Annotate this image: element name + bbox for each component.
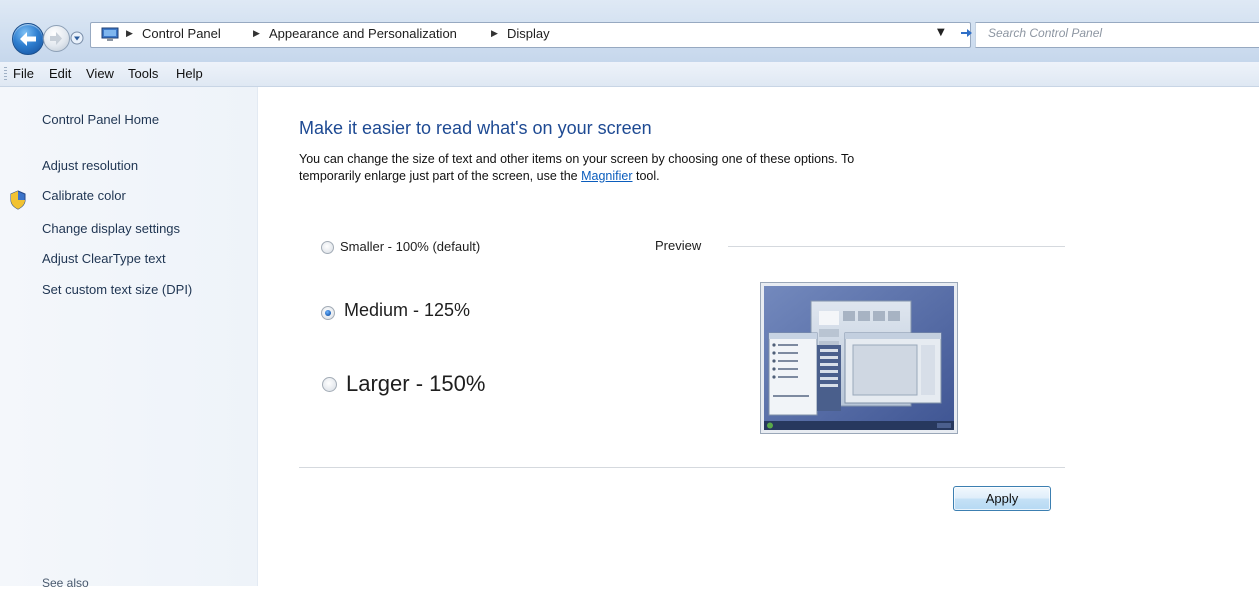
uac-shield-icon (10, 190, 26, 210)
apply-button[interactable]: Apply (953, 486, 1051, 511)
forward-arrow-icon (50, 32, 62, 45)
adjust-cleartype-link[interactable]: Adjust ClearType text (42, 251, 166, 266)
menu-view[interactable]: View (86, 66, 114, 81)
search-input[interactable] (988, 26, 1248, 40)
menu-help[interactable]: Help (176, 66, 203, 81)
breadcrumb-separator-icon[interactable]: ▶ (491, 29, 498, 39)
search-box[interactable] (975, 22, 1259, 48)
medium-option-label[interactable]: Medium - 125% (344, 300, 470, 321)
page-description: You can change the size of text and othe… (299, 151, 1059, 185)
address-bar: ▶ Control Panel ▶ Appearance and Persona… (0, 0, 1259, 62)
description-text: tool. (632, 169, 660, 183)
menu-bar: File Edit View Tools Help (0, 62, 1259, 87)
breadcrumb-appearance[interactable]: Appearance and Personalization (269, 26, 457, 41)
medium-radio[interactable] (321, 306, 335, 320)
larger-option-label[interactable]: Larger - 150% (346, 371, 485, 397)
back-button[interactable] (12, 23, 44, 55)
address-dropdown-icon[interactable]: ▼ (937, 27, 945, 38)
task-pane: Control Panel Home Adjust resolution Cal… (0, 87, 258, 586)
magnifier-link[interactable]: Magnifier (581, 169, 632, 183)
control-panel-icon (101, 27, 119, 41)
display-preview-image (764, 286, 954, 430)
history-dropdown-button[interactable] (70, 30, 84, 45)
breadcrumb-separator-icon[interactable]: ▶ (126, 29, 133, 39)
breadcrumb-display[interactable]: Display (507, 26, 550, 41)
menu-edit[interactable]: Edit (49, 66, 71, 81)
menu-tools[interactable]: Tools (128, 66, 158, 81)
calibrate-color-link[interactable]: Calibrate color (42, 188, 126, 203)
preview-label: Preview (655, 238, 708, 253)
adjust-resolution-link[interactable]: Adjust resolution (42, 158, 138, 173)
back-arrow-icon (20, 32, 36, 46)
forward-button[interactable] (43, 25, 70, 52)
bottom-divider (299, 467, 1065, 468)
smaller-radio[interactable] (321, 241, 334, 254)
change-display-settings-link[interactable]: Change display settings (42, 221, 180, 236)
smaller-option-label[interactable]: Smaller - 100% (default) (340, 239, 480, 254)
description-text: temporarily enlarge just part of the scr… (299, 169, 582, 183)
see-also-heading: See also (42, 576, 89, 590)
control-panel-home-link[interactable]: Control Panel Home (42, 112, 159, 127)
breadcrumb-separator-icon[interactable]: ▶ (253, 29, 260, 39)
breadcrumb[interactable]: ▶ Control Panel ▶ Appearance and Persona… (90, 22, 971, 48)
breadcrumb-control-panel[interactable]: Control Panel (142, 26, 221, 41)
history-dropdown-icon (70, 31, 84, 45)
menu-grip (4, 67, 7, 81)
page-title: Make it easier to read what's on your sc… (299, 118, 652, 138)
menu-file[interactable]: File (13, 66, 34, 81)
preview-divider (728, 246, 1065, 247)
description-line-2: temporarily enlarge just part of the scr… (299, 168, 1059, 185)
preview-pane (760, 282, 958, 434)
description-line-1: You can change the size of text and othe… (299, 152, 855, 166)
larger-radio[interactable] (322, 377, 337, 392)
custom-text-size-link[interactable]: Set custom text size (DPI) (42, 282, 192, 297)
